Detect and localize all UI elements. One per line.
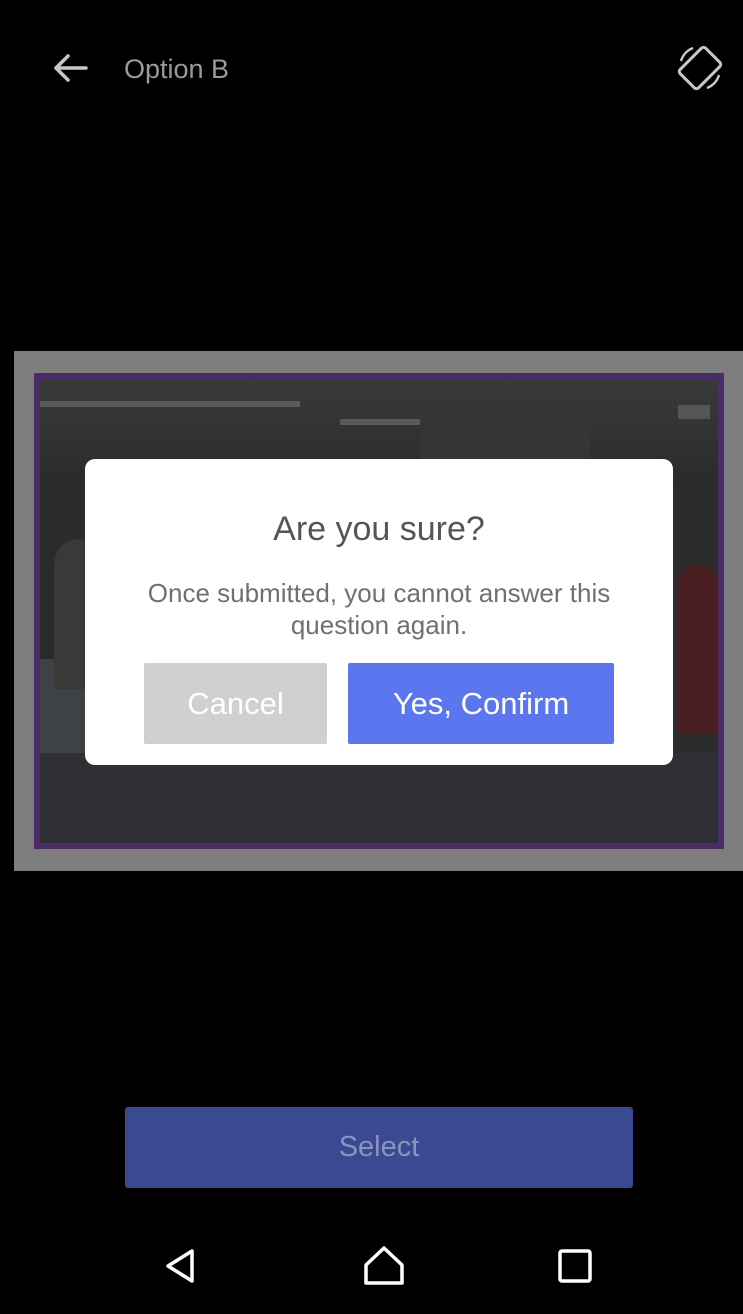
back-button[interactable] xyxy=(44,42,96,94)
home-icon xyxy=(364,1246,404,1285)
cancel-button[interactable]: Cancel xyxy=(144,663,327,744)
page-title: Option B xyxy=(124,54,230,84)
arrow-left-icon xyxy=(54,54,88,82)
photo-person xyxy=(678,564,718,734)
nav-home-button[interactable] xyxy=(354,1236,414,1296)
top-bar: Option B xyxy=(0,0,743,140)
photo-floor xyxy=(40,753,718,843)
nav-back-button[interactable] xyxy=(150,1236,210,1296)
screen-rotation-icon xyxy=(677,45,723,91)
system-nav-bar xyxy=(0,1218,743,1314)
confirm-button[interactable]: Yes, Confirm xyxy=(348,663,614,744)
photo-light xyxy=(40,401,300,407)
screen: Option B Are you sure? Once submitted, y… xyxy=(0,0,743,1314)
nav-recent-apps-button[interactable] xyxy=(545,1236,605,1296)
triangle-back-icon xyxy=(166,1249,194,1283)
confirm-dialog: Are you sure? Once submitted, you cannot… xyxy=(85,459,673,765)
photo-exit-sign xyxy=(678,405,710,419)
square-recent-apps-icon xyxy=(558,1249,592,1283)
select-button[interactable]: Select xyxy=(125,1107,633,1188)
rotate-button[interactable] xyxy=(670,38,730,98)
dialog-message: Once submitted, you cannot answer this q… xyxy=(147,578,611,640)
dialog-title: Are you sure? xyxy=(273,510,485,548)
